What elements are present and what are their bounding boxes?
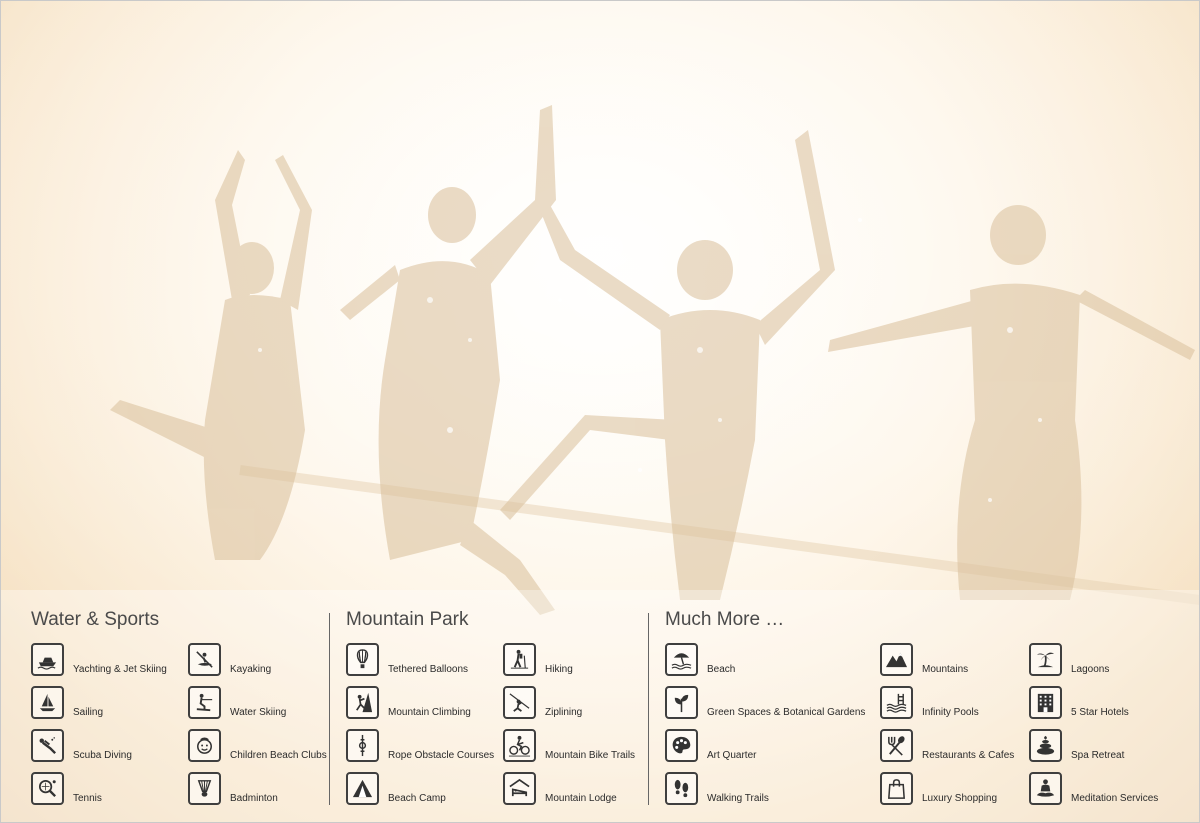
- amenity-infinity-pools: Infinity Pools: [880, 684, 979, 720]
- amenity-luxury-shopping: Luxury Shopping: [880, 770, 997, 806]
- amenity-label: Tethered Balloons: [388, 663, 469, 675]
- background-photo: [0, 0, 1200, 823]
- rope-obstacle-icon: [346, 728, 379, 762]
- amenity-tennis: Tennis: [31, 770, 102, 806]
- hiker-icon: [503, 642, 536, 676]
- amenity-label: Water Skiing: [230, 706, 287, 718]
- mountain-bike-icon: [503, 728, 536, 762]
- zipline-icon: [503, 685, 536, 719]
- kayak-icon: [188, 642, 221, 676]
- amenity-kayaking: Kayaking: [188, 641, 271, 677]
- amenity-mountain-bike: Mountain Bike Trails: [503, 727, 635, 763]
- shopping-bag-icon: [880, 771, 913, 805]
- shuttlecock-icon: [188, 771, 221, 805]
- amenity-label: Tennis: [73, 792, 102, 804]
- amenity-restaurants: Restaurants & Cafes: [880, 727, 1014, 763]
- amenity-tethered-balloons: Tethered Balloons: [346, 641, 468, 677]
- amenity-label: Mountain Bike Trails: [545, 749, 636, 761]
- child-face-icon: [188, 728, 221, 762]
- amenity-meditation: Meditation Services: [1029, 770, 1158, 806]
- amenity-label: Walking Trails: [707, 792, 769, 804]
- amenity-rope-obstacle: Rope Obstacle Courses: [346, 727, 494, 763]
- amenity-mountains: Mountains: [880, 641, 968, 677]
- amenity-label: Infinity Pools: [922, 706, 979, 718]
- amenity-label: 5 Star Hotels: [1071, 706, 1129, 718]
- amenity-mountain-climbing: Mountain Climbing: [346, 684, 471, 720]
- amenity-label: Mountain Lodge: [545, 792, 617, 804]
- section-divider: [329, 613, 330, 805]
- pool-ladder-icon: [880, 685, 913, 719]
- amenity-beach: Beach: [665, 641, 735, 677]
- tent-icon: [346, 771, 379, 805]
- spa-stones-icon: [1029, 728, 1062, 762]
- amenity-badminton: Badminton: [188, 770, 278, 806]
- amenity-walking-trails: Walking Trails: [665, 770, 769, 806]
- amenity-label: Sailing: [73, 706, 104, 718]
- meditation-icon: [1029, 771, 1062, 805]
- section-title-mountain-park: Mountain Park: [346, 609, 469, 630]
- yacht-icon: [31, 642, 64, 676]
- water-ski-icon: [188, 685, 221, 719]
- fork-spoon-icon: [880, 728, 913, 762]
- section-divider: [648, 613, 649, 805]
- amenity-5-star-hotels: 5 Star Hotels: [1029, 684, 1129, 720]
- lodge-bed-icon: [503, 771, 536, 805]
- amenity-label: Spa Retreat: [1071, 749, 1125, 761]
- scuba-diver-icon: [31, 728, 64, 762]
- climber-icon: [346, 685, 379, 719]
- dancing-silhouettes-illustration: [0, 0, 1200, 823]
- section-title-water-sports: Water & Sports: [31, 609, 160, 630]
- amenity-label: Mountain Climbing: [388, 706, 471, 718]
- amenity-scuba: Scuba Diving: [31, 727, 132, 763]
- amenity-green-spaces: Green Spaces & Botanical Gardens: [665, 684, 865, 720]
- sailboat-icon: [31, 685, 64, 719]
- amenity-ziplining: Ziplining: [503, 684, 582, 720]
- amenity-label: Art Quarter: [707, 749, 757, 761]
- amenity-label: Yachting & Jet Skiing: [73, 663, 167, 675]
- amenity-children-beach-clubs: Children Beach Clubs: [188, 727, 327, 763]
- amenity-spa-retreat: Spa Retreat: [1029, 727, 1124, 763]
- hot-air-balloon-icon: [346, 642, 379, 676]
- amenity-yachting: Yachting & Jet Skiing: [31, 641, 167, 677]
- amenity-beach-camp: Beach Camp: [346, 770, 446, 806]
- amenity-label: Restaurants & Cafes: [922, 749, 1015, 761]
- amenity-label: Hiking: [545, 663, 573, 675]
- amenity-label: Luxury Shopping: [922, 792, 998, 804]
- palm-island-icon: [1029, 642, 1062, 676]
- amenity-label: Badminton: [230, 792, 278, 804]
- amenity-mountain-lodge: Mountain Lodge: [503, 770, 617, 806]
- paint-palette-icon: [665, 728, 698, 762]
- amenity-label: Meditation Services: [1071, 792, 1159, 804]
- amenity-hiking: Hiking: [503, 641, 573, 677]
- plant-icon: [665, 685, 698, 719]
- section-title-much-more: Much More …: [665, 609, 785, 630]
- amenity-label: Beach: [707, 663, 736, 675]
- amenity-lagoons: Lagoons: [1029, 641, 1109, 677]
- amenity-label: Mountains: [922, 663, 969, 675]
- amenity-label: Children Beach Clubs: [230, 749, 327, 761]
- footprints-icon: [665, 771, 698, 805]
- amenity-label: Rope Obstacle Courses: [388, 749, 495, 761]
- amenity-water-skiing: Water Skiing: [188, 684, 286, 720]
- amenity-label: Scuba Diving: [73, 749, 132, 761]
- amenity-label: Kayaking: [230, 663, 272, 675]
- amenity-label: Beach Camp: [388, 792, 446, 804]
- mountains-icon: [880, 642, 913, 676]
- amenity-art-quarter: Art Quarter: [665, 727, 756, 763]
- tennis-racket-icon: [31, 771, 64, 805]
- amenity-label: Lagoons: [1071, 663, 1110, 675]
- hotel-building-icon: [1029, 685, 1062, 719]
- amenity-label: Green Spaces & Botanical Gardens: [707, 706, 866, 718]
- amenity-sailing: Sailing: [31, 684, 103, 720]
- amenity-label: Ziplining: [545, 706, 583, 718]
- beach-umbrella-icon: [665, 642, 698, 676]
